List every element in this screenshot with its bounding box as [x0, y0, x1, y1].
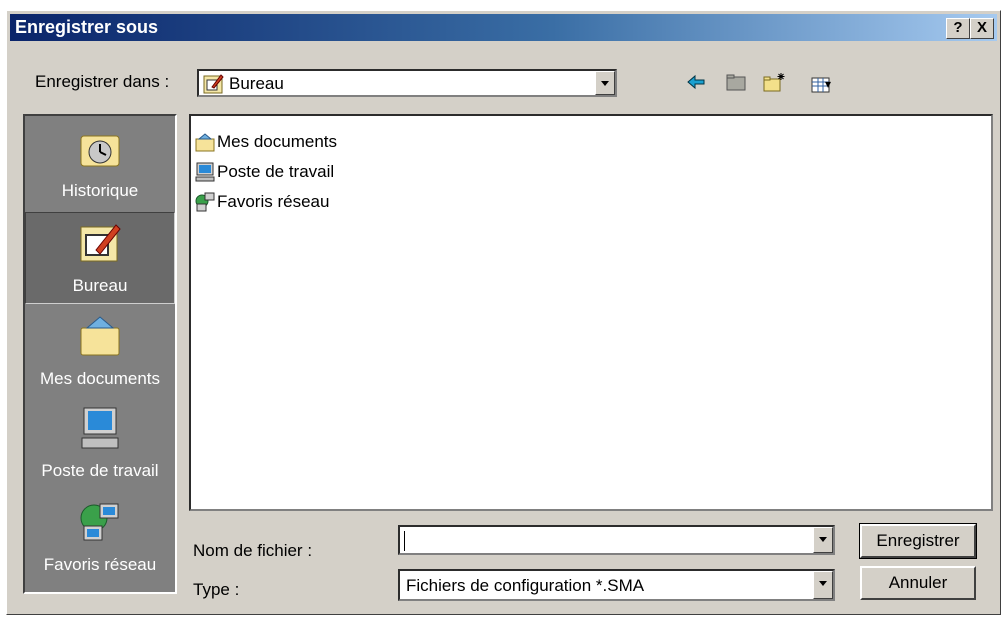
list-item-label: Mes documents: [217, 132, 337, 151]
history-icon: [80, 135, 120, 167]
place-bureau[interactable]: Bureau: [25, 212, 175, 304]
place-poste-de-travail[interactable]: Poste de travail: [25, 398, 175, 490]
place-label: Mes documents: [40, 369, 160, 388]
place-label: Historique: [61, 181, 139, 200]
place-historique[interactable]: Historique: [25, 118, 175, 210]
filename-field[interactable]: [398, 525, 835, 555]
chevron-down-icon[interactable]: [813, 571, 833, 599]
my-documents-icon: [80, 316, 120, 356]
my-documents-icon: [195, 133, 215, 152]
places-bar: Historique Bureau Mes documents Poste de…: [23, 114, 177, 594]
window-title: Enregistrer sous: [15, 17, 159, 37]
new-folder-icon[interactable]: [761, 71, 787, 97]
back-arrow-icon[interactable]: [683, 71, 709, 97]
list-item-label: Favoris réseau: [217, 192, 330, 211]
type-label: Type :: [193, 580, 240, 599]
place-label: Favoris réseau: [43, 555, 157, 574]
filename-value[interactable]: [404, 531, 406, 551]
save-as-dialog: Enregistrer sous ? X Enregistrer dans : …: [6, 10, 1001, 615]
chevron-down-icon[interactable]: [595, 71, 615, 95]
location-label: Enregistrer dans :: [35, 72, 170, 91]
view-menu-icon[interactable]: ▾: [801, 71, 841, 97]
location-combo[interactable]: Bureau: [197, 69, 617, 97]
my-computer-icon: [195, 162, 215, 182]
network-places-icon: [195, 192, 215, 212]
file-list[interactable]: Mes documents Poste de travail Favoris r…: [189, 114, 993, 511]
place-label: Poste de travail: [41, 461, 159, 480]
place-label: Bureau: [72, 276, 128, 295]
location-value: Bureau: [229, 74, 284, 93]
type-select[interactable]: Fichiers de configuration *.SMA: [398, 569, 835, 601]
filename-label: Nom de fichier :: [193, 541, 313, 560]
desktop-icon: [203, 74, 224, 94]
desktop-icon: [80, 224, 121, 262]
help-button[interactable]: ?: [946, 18, 970, 39]
place-favoris-reseau[interactable]: Favoris réseau: [25, 492, 175, 584]
list-item-label: Poste de travail: [217, 162, 335, 181]
save-button[interactable]: Enregistrer: [859, 523, 977, 559]
network-places-icon: [80, 503, 119, 541]
type-value: Fichiers de configuration *.SMA: [406, 576, 645, 595]
place-mes-documents[interactable]: Mes documents: [25, 306, 175, 398]
up-folder-icon[interactable]: [723, 71, 749, 97]
my-computer-icon: [81, 407, 119, 449]
view-menu-arrow: ▾: [825, 77, 832, 91]
chevron-down-icon[interactable]: [813, 527, 833, 553]
title-bar: Enregistrer sous ? X: [10, 14, 997, 41]
close-button[interactable]: X: [970, 18, 994, 39]
cancel-button[interactable]: Annuler: [860, 566, 976, 600]
